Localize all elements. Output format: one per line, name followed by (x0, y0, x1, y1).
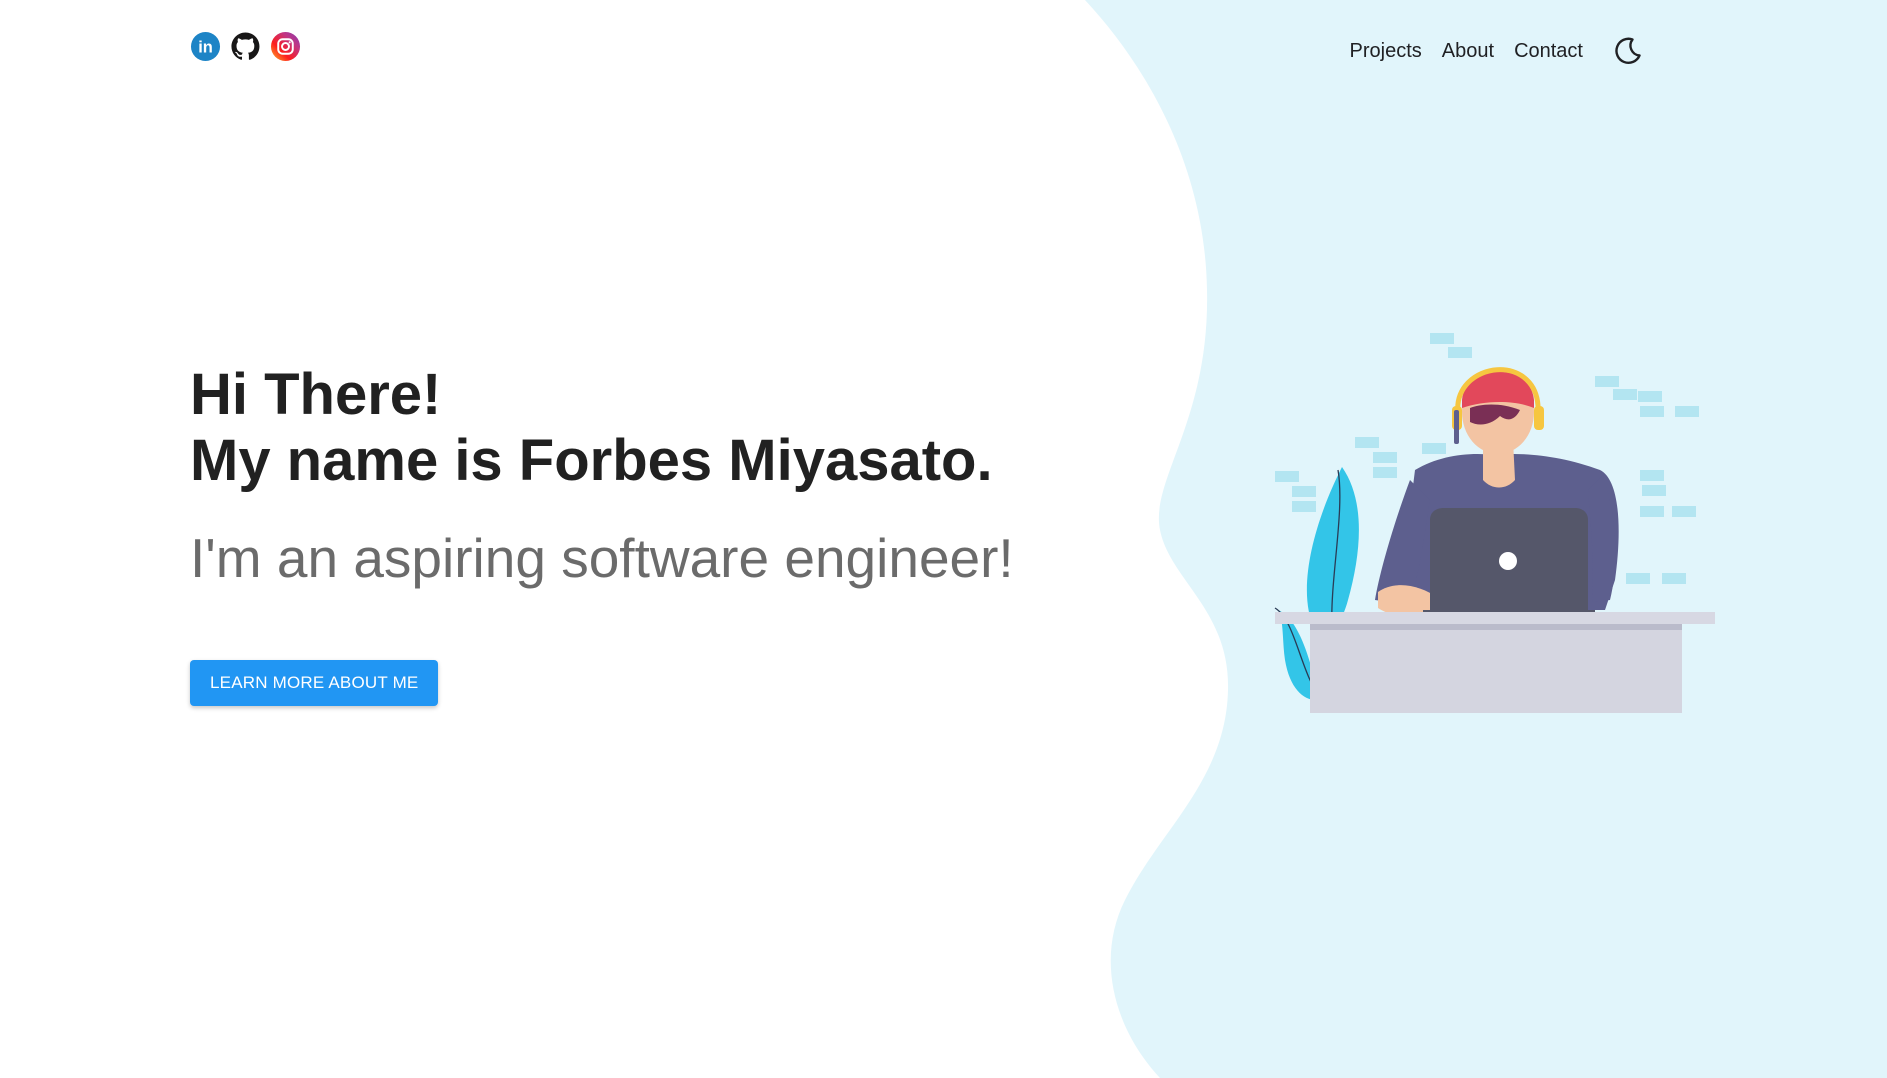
linkedin-link[interactable]: in (190, 31, 221, 62)
nav-about[interactable]: About (1442, 36, 1494, 66)
moon-icon (1615, 37, 1641, 64)
social-links: in (190, 31, 301, 62)
greeting-text: Hi There! (190, 362, 442, 427)
github-link[interactable] (230, 31, 261, 62)
instagram-icon (270, 31, 301, 62)
nav-contact[interactable]: Contact (1514, 36, 1583, 66)
nav-projects[interactable]: Projects (1350, 36, 1422, 66)
svg-text:in: in (198, 38, 213, 56)
developer-illustration (1274, 333, 1715, 713)
hero-heading: Hi There! My name is Forbes Miyasato. (190, 362, 1014, 494)
learn-more-button[interactable]: LEARN MORE ABOUT ME (190, 660, 439, 706)
hero-subtitle: I'm an aspiring software engineer! (190, 527, 1014, 589)
instagram-link[interactable] (270, 31, 301, 62)
top-nav: Projects About Contact (1330, 34, 1645, 68)
linkedin-icon: in (190, 31, 221, 62)
name-text: My name is Forbes Miyasato. (190, 428, 993, 493)
theme-toggle-button[interactable] (1611, 34, 1645, 68)
hero-section: Hi There! My name is Forbes Miyasato. I'… (190, 362, 1014, 706)
github-icon (231, 32, 260, 60)
